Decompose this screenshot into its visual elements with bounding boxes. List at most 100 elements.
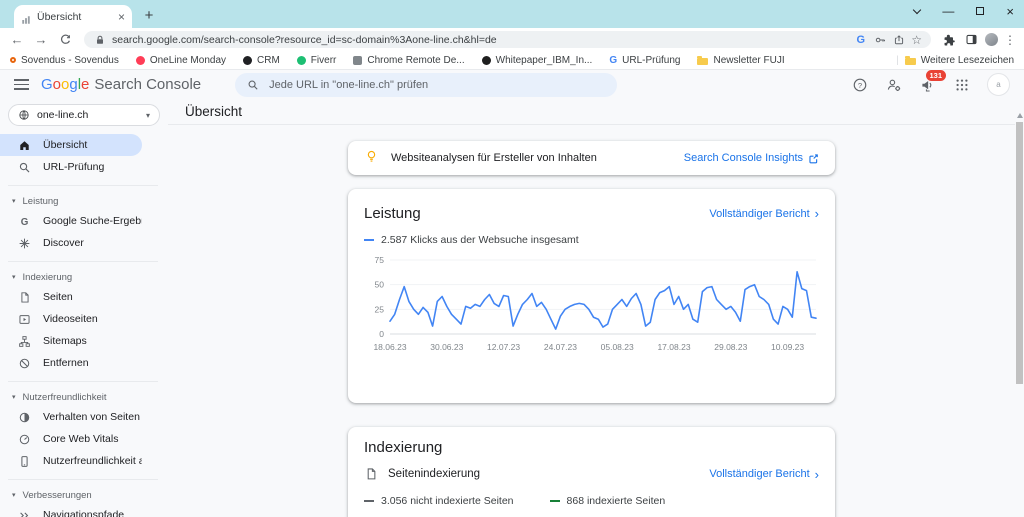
sidebar-item-google-suche-ergebnis-[interactable]: G Google Suche-Ergebnis... (0, 210, 142, 232)
sidebar-divider (8, 479, 158, 480)
sidebar-section-nutzerfreundlichkeit[interactable]: ▾ Nutzerfreundlichkeit (0, 388, 168, 406)
svg-text:75: 75 (375, 255, 385, 265)
browser-menu-icon[interactable]: ⋮ (1004, 33, 1016, 47)
performance-card: Leistung Vollständiger Bericht › 2.587 K… (348, 189, 835, 403)
reload-button[interactable] (56, 33, 74, 46)
lock-icon (93, 33, 106, 46)
bookmark-item[interactable]: OneLine Monday (135, 55, 226, 66)
bookmark-item[interactable]: Fiverr (296, 55, 336, 66)
window-maximize-button[interactable] (976, 7, 985, 15)
search-icon (248, 80, 258, 90)
bookmarks-bar: Sovendus - Sovendus OneLine Monday CRM F… (0, 51, 1024, 70)
search-console-insights-link[interactable]: Search Console Insights (684, 152, 819, 164)
google-logo-icon[interactable]: G (854, 33, 867, 46)
sidebar-item-discover[interactable]: Discover (0, 232, 142, 254)
browser-tab-strip: Übersicht × + — × (0, 0, 1024, 28)
tab-search-chevron-icon[interactable] (913, 5, 922, 14)
sidebar-item-nutzerfreundlichkeit-au-[interactable]: Nutzerfreundlichkeit au... (0, 450, 142, 472)
bookmark-item[interactable]: Sovendus - Sovendus (10, 55, 119, 66)
bookmark-star-icon[interactable]: ☆ (911, 34, 922, 46)
sidebar-item-seiten[interactable]: Seiten (0, 286, 142, 308)
gsc-logo[interactable]: Google Search Console (41, 76, 201, 93)
bookmark-item[interactable]: CRM (243, 55, 280, 66)
page-experience-icon (18, 411, 31, 424)
sovendus-icon (10, 57, 16, 63)
removals-icon (18, 357, 31, 370)
sidebar-item-entfernen[interactable]: Entfernen (0, 352, 142, 374)
account-avatar[interactable]: a (987, 73, 1010, 96)
bookmark-item[interactable]: Whitepaper_IBM_In... (481, 55, 592, 66)
sidebar-item-verhalten-von-seiten[interactable]: Verhalten von Seiten (0, 406, 142, 428)
sidebar-item--bersicht[interactable]: Übersicht (0, 134, 142, 156)
indexing-full-report-link[interactable]: Vollständiger Bericht › (709, 468, 819, 481)
legend-entry: 868 indexierte Seiten (549, 495, 665, 507)
url-inspect-icon (18, 161, 31, 174)
sidebar-item-navigationspfade[interactable]: Navigationspfade (0, 504, 142, 517)
legend-entry: 3.056 nicht indexierte Seiten (364, 495, 514, 507)
sidebar-item-sitemaps[interactable]: Sitemaps (0, 330, 142, 352)
url-inspection-search[interactable]: Jede URL in "one-line.ch" prüfen (235, 72, 618, 97)
user-settings-icon[interactable] (885, 76, 902, 93)
window-minimize-button[interactable]: — (942, 5, 954, 17)
new-tab-button[interactable]: + (138, 4, 160, 26)
sidebar-item-url-pr-fung[interactable]: URL-Prüfung (0, 156, 142, 178)
scrollbar-thumb[interactable] (1016, 122, 1023, 384)
svg-text:30.06.23: 30.06.23 (430, 342, 463, 352)
search-placeholder: Jede URL in "one-line.ch" prüfen (269, 78, 429, 91)
pages-icon (18, 291, 31, 304)
performance-card-title: Leistung (364, 205, 421, 222)
indexing-card-title: Indexierung (364, 439, 443, 456)
svg-text:29.08.23: 29.08.23 (714, 342, 747, 352)
performance-chart[interactable]: 0 25 50 75 18.06.23 30.06.23 12.07.23 24.07.23 0… (364, 250, 819, 356)
bookmark-item[interactable]: Newsletter FUJI (697, 55, 785, 66)
back-button[interactable]: ← (8, 33, 26, 46)
performance-legend-label: 2.587 Klicks aus der Websuche insgesamt (381, 234, 579, 246)
tab-close-icon[interactable]: × (118, 11, 125, 23)
svg-text:17.08.23: 17.08.23 (657, 342, 690, 352)
external-link-icon (809, 153, 818, 163)
sidebar-section-indexierung[interactable]: ▾ Indexierung (0, 268, 168, 286)
chevron-right-icon: › (814, 466, 819, 482)
google-g-icon: G (18, 215, 31, 228)
help-icon[interactable]: ? (851, 76, 868, 93)
browser-tab[interactable]: Übersicht × (14, 5, 132, 28)
chevron-down-icon: ▾ (12, 492, 16, 499)
browser-toolbar: ← → search.google.com/search-console?res… (0, 28, 1024, 51)
google-wordmark: Google (41, 76, 90, 93)
performance-full-report-link[interactable]: Vollständiger Bericht › (709, 207, 819, 220)
pages-icon (364, 467, 378, 481)
address-bar[interactable]: search.google.com/search-console?resourc… (84, 31, 931, 48)
discover-icon (18, 237, 31, 250)
extensions-puzzle-icon[interactable] (941, 32, 957, 48)
scrollbar-up-arrow[interactable] (1016, 113, 1023, 118)
side-panel-icon[interactable] (963, 32, 979, 48)
bookmark-item[interactable]: G URL-Prüfung (609, 55, 680, 66)
hamburger-menu-icon[interactable] (14, 79, 29, 90)
sidebar-section-verbesserungen[interactable]: ▾ Verbesserungen (0, 486, 168, 504)
svg-text:10.09.23: 10.09.23 (771, 342, 804, 352)
indexing-card-subtitle: Seitenindexierung (388, 468, 481, 480)
more-bookmarks-button[interactable]: Weitere Lesezeichen (904, 55, 1014, 66)
profile-avatar[interactable] (985, 33, 998, 46)
property-selector[interactable]: one-line.ch ▾ (8, 104, 160, 126)
property-name: one-line.ch (37, 109, 89, 121)
sidebar-section-leistung[interactable]: ▾ Leistung (0, 192, 168, 210)
window-close-button[interactable]: × (1006, 5, 1014, 18)
monday-icon (135, 55, 145, 65)
sidebar-item-videoseiten[interactable]: Videoseiten (0, 308, 142, 330)
sidebar-item-core-web-vitals[interactable]: Core Web Vitals (0, 428, 142, 450)
sidebar-divider (8, 185, 158, 186)
scrollbar[interactable] (1015, 99, 1024, 517)
folder-icon (904, 55, 916, 65)
svg-text:0: 0 (379, 329, 384, 339)
svg-text:12.07.23: 12.07.23 (487, 342, 520, 352)
sidebar: one-line.ch ▾ Übersicht URL-Prüfung ▾ Le… (0, 99, 168, 517)
password-key-icon[interactable] (873, 33, 886, 46)
folder-icon (697, 55, 709, 65)
forward-button[interactable]: → (32, 33, 50, 46)
svg-text:05.08.23: 05.08.23 (601, 342, 634, 352)
bookmark-item[interactable]: Chrome Remote De... (353, 55, 465, 66)
notifications-icon[interactable]: 131 (919, 69, 947, 93)
apps-grid-icon[interactable] (953, 76, 970, 93)
share-icon[interactable] (892, 33, 905, 46)
